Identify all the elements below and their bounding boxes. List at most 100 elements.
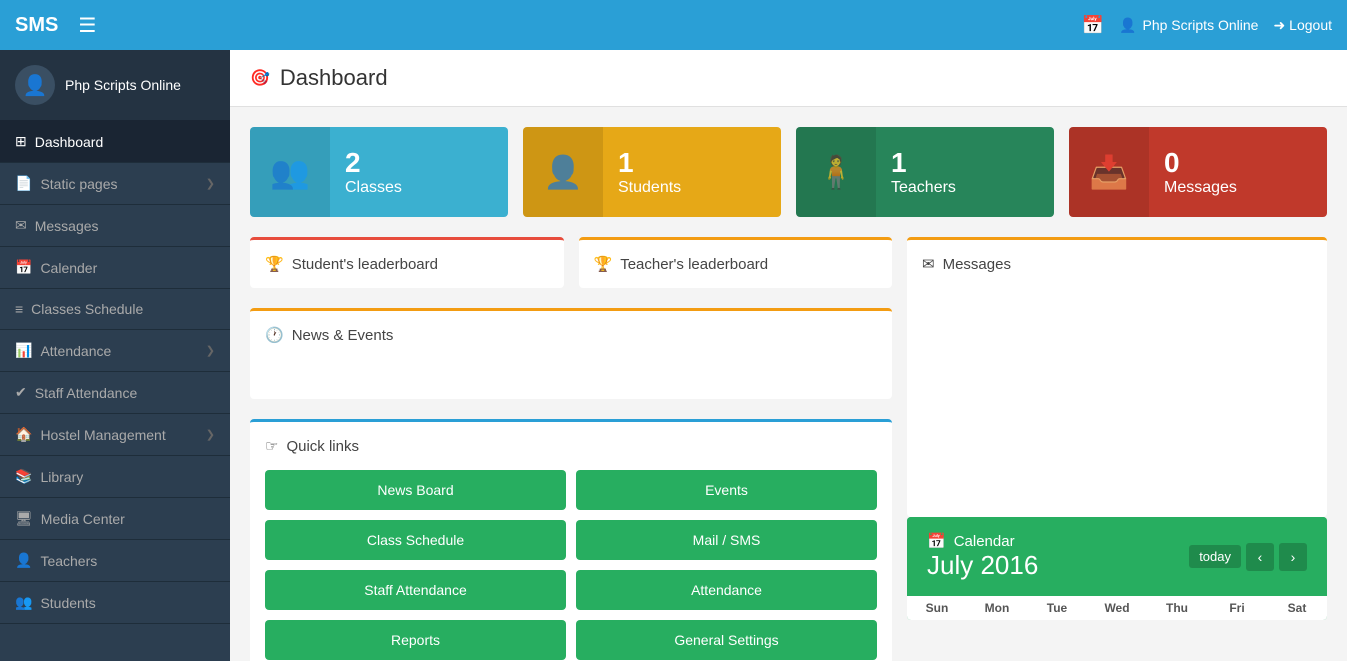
trophy2-icon: 🏆 (594, 255, 613, 273)
classes-label: Classes (345, 179, 493, 197)
clock-icon: 🕐 (265, 326, 284, 344)
calender-icon: 📅 (15, 259, 32, 276)
calendar-month-year: July 2016 (927, 550, 1038, 581)
calendar-nav: today ‹ › (1189, 543, 1307, 571)
stat-card-classes[interactable]: 👥 2 Classes (250, 127, 508, 217)
sidebar-item-dashboard[interactable]: ⊞ Dashboard (0, 121, 230, 163)
sidebar-username: Php Scripts Online (65, 77, 181, 93)
stat-card-teachers[interactable]: 🧍 1 Teachers (796, 127, 1054, 217)
sidebar-item-staff-attendance[interactable]: ✔ Staff Attendance (0, 372, 230, 414)
calendar-title-icon: 📅 (927, 532, 946, 550)
logout-button[interactable]: ➜ Logout (1273, 17, 1332, 34)
sidebar-item-teachers[interactable]: 👤 Teachers (0, 540, 230, 582)
messages-right-title: Messages (943, 256, 1011, 273)
quicklink-reports[interactable]: Reports (265, 620, 566, 660)
static-pages-icon: 📄 (15, 175, 32, 192)
sidebar-item-label: Library (40, 469, 83, 485)
staff-attendance-icon: ✔ (15, 384, 27, 401)
leaderboard-row: 🏆 Student's leaderboard 🏆 Teacher's lead… (250, 237, 892, 288)
quicklink-news-board[interactable]: News Board (265, 470, 566, 510)
students-stat-icon: 👤 (523, 127, 603, 217)
quicklinks-box: ☞ Quick links News Board Events Class Sc… (250, 419, 892, 661)
news-box: 🕐 News & Events (250, 308, 892, 399)
quicklink-mail-sms[interactable]: Mail / SMS (576, 520, 877, 560)
quicklink-general-settings[interactable]: General Settings (576, 620, 877, 660)
attendance-icon: 📊 (15, 342, 32, 359)
navbar-left: SMS ☰ (15, 13, 96, 38)
messages-stat-icon: 📥 (1069, 127, 1149, 217)
teachers-label: Teachers (891, 179, 1039, 197)
sidebar-item-attendance[interactable]: 📊 Attendance ❯ (0, 330, 230, 372)
sidebar-item-hostel-management[interactable]: 🏠 Hostel Management ❯ (0, 414, 230, 456)
sidebar-item-label: Teachers (40, 553, 97, 569)
sidebar-item-label: Attendance (40, 343, 111, 359)
envelope-icon: ✉ (922, 255, 935, 273)
sidebar-item-media-center[interactable]: 🖥 Media Center (0, 498, 230, 540)
user-name: Php Scripts Online (1142, 17, 1258, 33)
sidebar-item-library[interactable]: 📚 Library (0, 456, 230, 498)
stat-card-messages[interactable]: 📥 0 Messages (1069, 127, 1327, 217)
sidebar-item-label: Students (40, 595, 95, 611)
messages-count: 0 (1164, 147, 1312, 179)
app-brand: SMS (15, 14, 58, 37)
day-sat: Sat (1267, 601, 1327, 615)
teachers-count: 1 (891, 147, 1039, 179)
day-tue: Tue (1027, 601, 1087, 615)
sidebar-item-messages[interactable]: ✉ Messages (0, 205, 230, 247)
logout-label: Logout (1289, 17, 1332, 33)
quicklink-class-schedule[interactable]: Class Schedule (265, 520, 566, 560)
day-mon: Mon (967, 601, 1027, 615)
calendar-prev-button[interactable]: ‹ (1246, 543, 1274, 571)
menu-toggle-icon[interactable]: ☰ (78, 13, 96, 38)
sidebar-item-label: Dashboard (35, 134, 104, 150)
chevron-icon: ❯ (206, 428, 215, 441)
news-title: News & Events (292, 327, 394, 344)
students-count: 1 (618, 147, 766, 179)
sidebar-item-label: Static pages (40, 176, 117, 192)
dashboard-header-icon: 🎯 (250, 68, 270, 88)
sidebar-item-label: Calender (40, 260, 97, 276)
page-header: 🎯 Dashboard (230, 50, 1347, 107)
trophy-icon: 🏆 (265, 255, 284, 273)
calendar-header: 📅 Calendar July 2016 today ‹ › (907, 517, 1327, 596)
main-content: 🎯 Dashboard 👥 2 Classes 👤 1 Students 🧍 (230, 50, 1347, 661)
calendar-title: Calendar (954, 533, 1015, 550)
teachers-icon: 👤 (15, 552, 32, 569)
sidebar-item-label: Staff Attendance (35, 385, 138, 401)
sidebar-item-label: Classes Schedule (31, 301, 143, 317)
quicklink-staff-attendance[interactable]: Staff Attendance (265, 570, 566, 610)
messages-label: Messages (1164, 179, 1312, 197)
navbar-right: 📅 👤 Php Scripts Online ➜ Logout (1082, 15, 1332, 36)
sidebar-item-label: Media Center (41, 511, 125, 527)
messages-right-box: ✉ Messages (907, 237, 1327, 517)
content-right: ✉ Messages 📅 Calendar July 2016 (907, 237, 1327, 661)
stat-card-students[interactable]: 👤 1 Students (523, 127, 781, 217)
calendar-today-button[interactable]: today (1189, 545, 1241, 568)
main-layout: 👤 Php Scripts Online ⊞ Dashboard 📄 Stati… (0, 50, 1347, 661)
calendar-icon[interactable]: 📅 (1082, 15, 1104, 36)
library-icon: 📚 (15, 468, 32, 485)
classes-count: 2 (345, 147, 493, 179)
messages-icon: ✉ (15, 217, 27, 234)
page-title: Dashboard (280, 65, 388, 91)
chevron-icon: ❯ (206, 177, 215, 190)
student-leaderboard: 🏆 Student's leaderboard (250, 237, 564, 288)
sidebar-item-classes-schedule[interactable]: ≡ Classes Schedule (0, 289, 230, 330)
cursor-icon: ☞ (265, 437, 278, 455)
sidebar-user: 👤 Php Scripts Online (0, 50, 230, 121)
quicklink-events[interactable]: Events (576, 470, 877, 510)
sidebar-item-students[interactable]: 👥 Students (0, 582, 230, 624)
students-label: Students (618, 179, 766, 197)
sidebar-item-static-pages[interactable]: 📄 Static pages ❯ (0, 163, 230, 205)
students-icon: 👥 (15, 594, 32, 611)
media-center-icon: 🖥 (15, 510, 33, 527)
sidebar-item-label: Messages (35, 218, 99, 234)
calendar-next-button[interactable]: › (1279, 543, 1307, 571)
classes-schedule-icon: ≡ (15, 301, 23, 317)
calendar-box: 📅 Calendar July 2016 today ‹ › Sun (907, 517, 1327, 620)
content-inner: 🏆 Student's leaderboard 🏆 Teacher's lead… (250, 237, 1327, 661)
quicklink-attendance[interactable]: Attendance (576, 570, 877, 610)
navbar: SMS ☰ 📅 👤 Php Scripts Online ➜ Logout (0, 0, 1347, 50)
sidebar-item-calender[interactable]: 📅 Calender (0, 247, 230, 289)
quicklinks-grid: News Board Events Class Schedule Mail / … (265, 470, 877, 660)
